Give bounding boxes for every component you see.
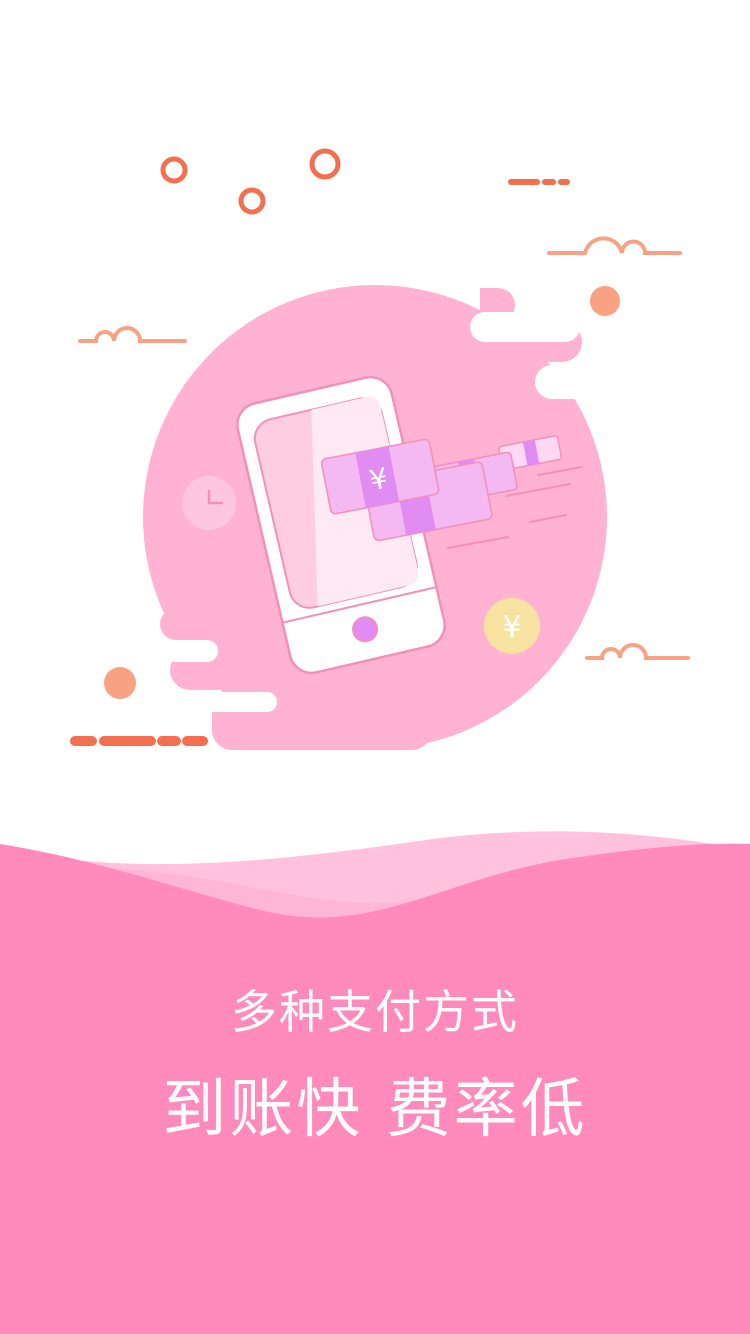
onboarding-subtitle: 多种支付方式 <box>231 985 519 1039</box>
onboarding-headline: 到账快 费率低 <box>162 1073 588 1147</box>
cloud-outline-icon <box>585 643 690 660</box>
onboarding-screen[interactable]: ¥ ¥ 多种支付方式 到账快 费率低 <box>0 0 750 1334</box>
coin-icon: ¥ <box>484 598 540 654</box>
cloud-outline-icon <box>547 236 682 255</box>
dot-decoration <box>590 286 620 316</box>
svg-text:¥: ¥ <box>502 610 521 645</box>
dot-decoration <box>104 667 136 699</box>
ring-decoration-icon <box>160 148 341 215</box>
payment-illustration: ¥ ¥ <box>70 148 690 750</box>
clock-icon <box>182 476 236 530</box>
cloud-outline-icon <box>78 326 187 343</box>
